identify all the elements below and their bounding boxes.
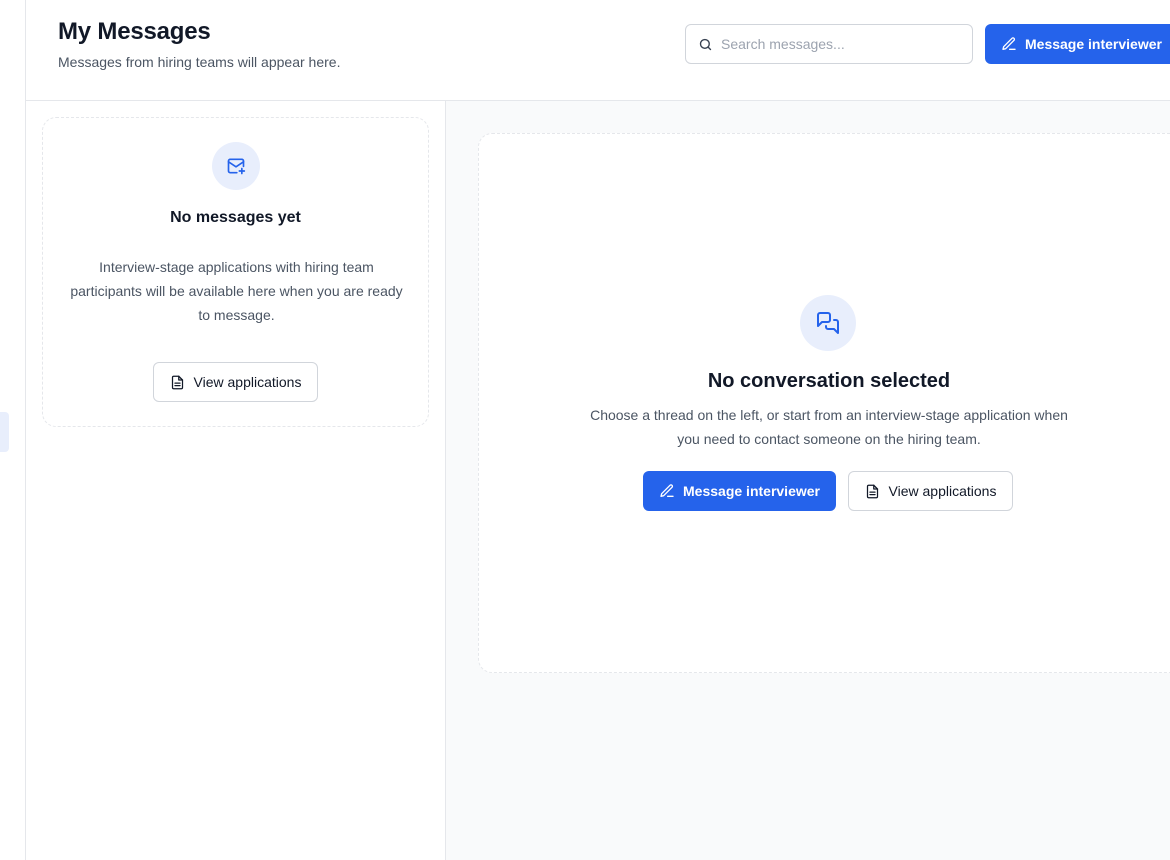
conversation-detail-panel: No conversation selected Choose a thread…	[446, 101, 1170, 860]
messages-app: My Messages Messages from hiring teams w…	[0, 0, 1170, 860]
chat-bubbles-icon	[817, 312, 839, 334]
empty-messages-title: No messages yet	[170, 209, 301, 226]
mail-plus-icon	[227, 158, 246, 175]
no-conversation-title: No conversation selected	[707, 370, 951, 392]
page-header: My Messages Messages from hiring teams w…	[26, 0, 1170, 101]
detail-message-interviewer-label: Message interviewer	[683, 483, 820, 499]
detail-view-applications-label: View applications	[888, 483, 997, 499]
document-icon	[866, 484, 878, 498]
empty-messages-description: Interview-stage applications with hiring…	[70, 259, 403, 323]
no-conversation-card: No conversation selected Choose a thread…	[478, 133, 1170, 673]
pencil-icon	[1002, 37, 1016, 50]
page-title: My Messages	[58, 18, 211, 45]
search-input[interactable]	[721, 26, 961, 62]
no-conversation-description: Choose a thread on the left, or start fr…	[590, 407, 1068, 447]
view-applications-label: View applications	[193, 374, 302, 390]
detail-message-interviewer-button[interactable]: Message interviewer	[643, 471, 836, 511]
rail-active-indicator	[0, 412, 9, 452]
page-subtitle: Messages from hiring teams will appear h…	[58, 54, 341, 70]
message-interviewer-label: Message interviewer	[1025, 36, 1162, 52]
empty-messages-icon-circle	[212, 142, 260, 190]
view-applications-button[interactable]: View applications	[153, 362, 318, 402]
pencil-icon	[660, 484, 674, 497]
conversation-list-panel: No messages yet Interview-stage applicat…	[26, 101, 446, 860]
detail-view-applications-button[interactable]: View applications	[848, 471, 1013, 511]
side-rail	[0, 0, 26, 860]
search-icon	[699, 38, 712, 50]
no-conversation-icon-circle	[800, 295, 856, 351]
search-box[interactable]	[685, 24, 973, 64]
message-interviewer-button[interactable]: Message interviewer	[985, 24, 1170, 64]
empty-messages-card: No messages yet Interview-stage applicat…	[42, 117, 429, 427]
document-icon	[171, 375, 183, 389]
